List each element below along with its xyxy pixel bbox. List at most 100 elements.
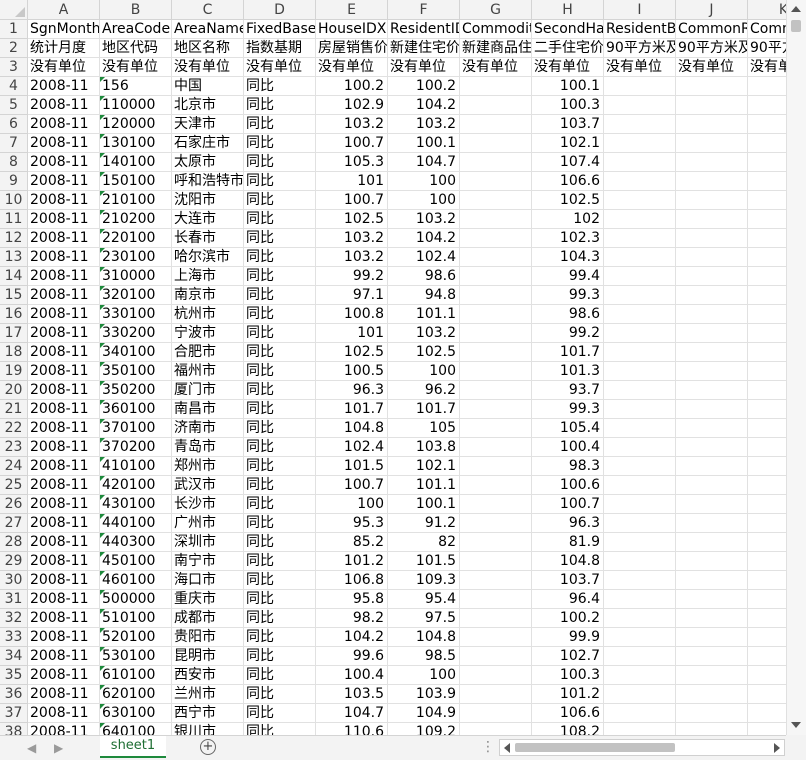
cell-e30[interactable]: 106.8 [316,571,388,590]
cell-c21[interactable]: 南昌市 [172,400,244,419]
add-sheet-icon[interactable]: + [200,739,216,755]
cell-b31[interactable]: 500000 [100,590,172,609]
cell-b36[interactable]: 620100 [100,685,172,704]
cell-b18[interactable]: 340100 [100,343,172,362]
column-header-g[interactable]: G [460,0,532,20]
cell-i22[interactable] [604,419,676,438]
cell-d14[interactable]: 同比 [244,267,316,286]
cell-g1[interactable]: CommodityIDX [460,20,532,39]
cell-f25[interactable]: 101.1 [388,476,460,495]
cell-h19[interactable]: 101.3 [532,362,604,381]
cell-d19[interactable]: 同比 [244,362,316,381]
cell-b14[interactable]: 310000 [100,267,172,286]
cell-h24[interactable]: 98.3 [532,457,604,476]
cell-k17[interactable] [748,324,786,343]
cell-d13[interactable]: 同比 [244,248,316,267]
cell-g10[interactable] [460,191,532,210]
cell-c13[interactable]: 哈尔滨市 [172,248,244,267]
cell-k16[interactable] [748,305,786,324]
cell-a30[interactable]: 2008-11 [28,571,100,590]
cell-a23[interactable]: 2008-11 [28,438,100,457]
cell-a27[interactable]: 2008-11 [28,514,100,533]
row-header[interactable]: 33 [0,628,28,647]
cell-e36[interactable]: 103.5 [316,685,388,704]
cell-f17[interactable]: 103.2 [388,324,460,343]
cell-g25[interactable] [460,476,532,495]
cell-a9[interactable]: 2008-11 [28,172,100,191]
cell-d1[interactable]: FixedBase [244,20,316,39]
cell-i37[interactable] [604,704,676,723]
cell-g34[interactable] [460,647,532,666]
row-header[interactable]: 15 [0,286,28,305]
cell-c6[interactable]: 天津市 [172,115,244,134]
cell-b13[interactable]: 230100 [100,248,172,267]
cell-j2[interactable]: 90平方米及以上 [676,39,748,58]
cell-i10[interactable] [604,191,676,210]
cell-f14[interactable]: 98.6 [388,267,460,286]
row-header[interactable]: 7 [0,134,28,153]
cell-a6[interactable]: 2008-11 [28,115,100,134]
cell-i20[interactable] [604,381,676,400]
cell-g32[interactable] [460,609,532,628]
cell-a16[interactable]: 2008-11 [28,305,100,324]
cell-f6[interactable]: 103.2 [388,115,460,134]
cell-c27[interactable]: 广州市 [172,514,244,533]
cell-c19[interactable]: 福州市 [172,362,244,381]
cell-b11[interactable]: 210200 [100,210,172,229]
cell-f13[interactable]: 102.4 [388,248,460,267]
cell-a20[interactable]: 2008-11 [28,381,100,400]
cell-d22[interactable]: 同比 [244,419,316,438]
next-sheet-icon[interactable]: ▶ [54,741,63,755]
cell-d35[interactable]: 同比 [244,666,316,685]
cell-e19[interactable]: 100.5 [316,362,388,381]
cell-k3[interactable]: 没有单位 [748,58,786,77]
row-header[interactable]: 18 [0,343,28,362]
vertical-scrollbar[interactable] [786,0,806,735]
row-header[interactable]: 5 [0,96,28,115]
cell-g37[interactable] [460,704,532,723]
cell-a33[interactable]: 2008-11 [28,628,100,647]
column-header-c[interactable]: C [172,0,244,20]
cell-j26[interactable] [676,495,748,514]
cell-b38[interactable]: 640100 [100,723,172,735]
row-header[interactable]: 13 [0,248,28,267]
cell-k5[interactable] [748,96,786,115]
cell-b2[interactable]: 地区代码 [100,39,172,58]
column-header-h[interactable]: H [532,0,604,20]
cell-b25[interactable]: 420100 [100,476,172,495]
cell-k26[interactable] [748,495,786,514]
cell-k37[interactable] [748,704,786,723]
cell-b1[interactable]: AreaCode [100,20,172,39]
cell-i5[interactable] [604,96,676,115]
cell-h25[interactable]: 100.6 [532,476,604,495]
cell-k29[interactable] [748,552,786,571]
cell-j11[interactable] [676,210,748,229]
cell-f18[interactable]: 102.5 [388,343,460,362]
cell-b4[interactable]: 156 [100,77,172,96]
cell-h16[interactable]: 98.6 [532,305,604,324]
cell-b35[interactable]: 610100 [100,666,172,685]
cell-g36[interactable] [460,685,532,704]
cell-h9[interactable]: 106.6 [532,172,604,191]
more-options-icon[interactable]: ⋮ [481,738,495,756]
cell-b10[interactable]: 210100 [100,191,172,210]
cell-e35[interactable]: 100.4 [316,666,388,685]
cell-c25[interactable]: 武汉市 [172,476,244,495]
cell-k34[interactable] [748,647,786,666]
cell-e33[interactable]: 104.2 [316,628,388,647]
cell-f11[interactable]: 103.2 [388,210,460,229]
cell-a26[interactable]: 2008-11 [28,495,100,514]
cell-d30[interactable]: 同比 [244,571,316,590]
cell-e38[interactable]: 110.6 [316,723,388,735]
row-header[interactable]: 27 [0,514,28,533]
cell-f29[interactable]: 101.5 [388,552,460,571]
row-header[interactable]: 36 [0,685,28,704]
cell-g8[interactable] [460,153,532,172]
cell-h4[interactable]: 100.1 [532,77,604,96]
cell-h11[interactable]: 102 [532,210,604,229]
cell-h5[interactable]: 100.3 [532,96,604,115]
cell-a3[interactable]: 没有单位 [28,58,100,77]
cell-b27[interactable]: 440100 [100,514,172,533]
cell-f36[interactable]: 103.9 [388,685,460,704]
cell-a19[interactable]: 2008-11 [28,362,100,381]
